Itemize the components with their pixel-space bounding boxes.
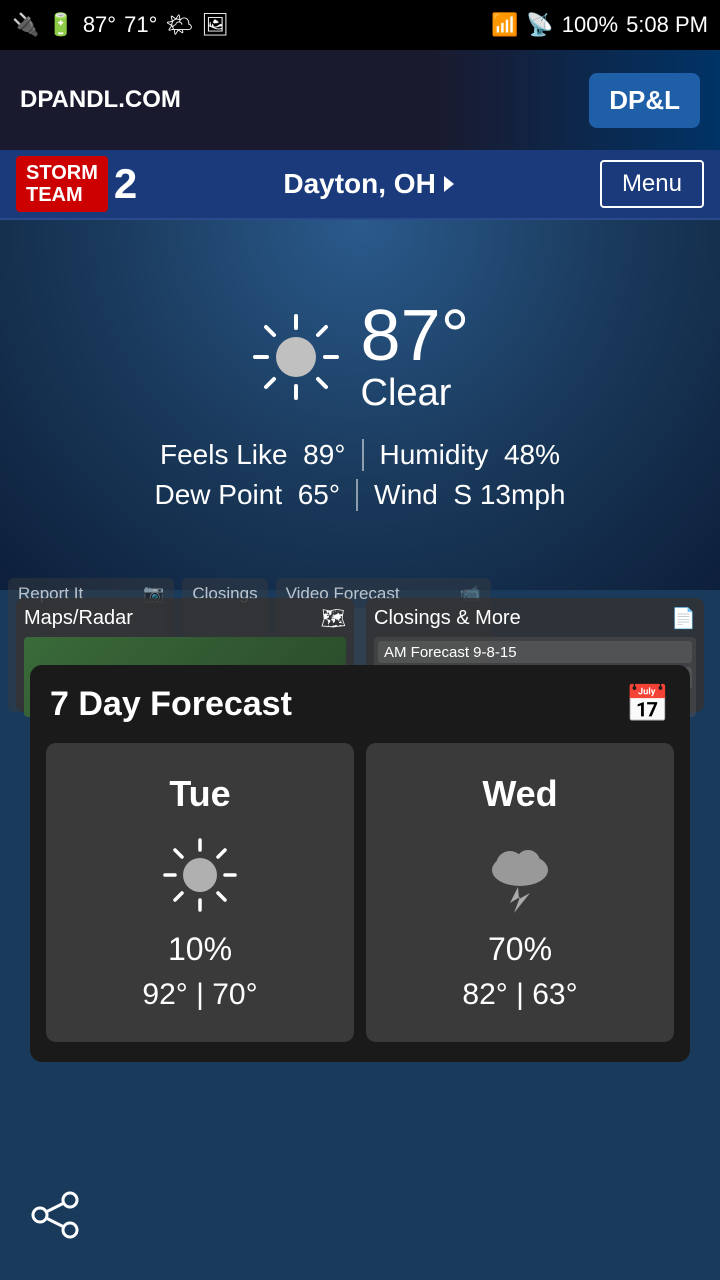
battery-pct: 100% xyxy=(562,12,618,38)
wind-value: S 13mph xyxy=(453,479,565,510)
weather-main: 87° Clear Feels Like 89° Humidity 48% De… xyxy=(0,220,720,590)
current-temp: 87° xyxy=(83,12,116,38)
day-name-wed: Wed xyxy=(386,773,654,815)
wifi-icon: 📶 xyxy=(491,12,518,38)
share-button[interactable] xyxy=(30,1190,80,1250)
day-precip-wed: 70% xyxy=(386,931,654,968)
logo: STORM TEAM 2 xyxy=(16,156,137,212)
dew-point: Dew Point 65° xyxy=(155,479,359,511)
humidity: Humidity 48% xyxy=(364,439,561,471)
status-bar: 🔌 🔋 87° 71° 🌤 🖼 📶 📡 100% 5:08 PM xyxy=(0,0,720,50)
logo-number: 2 xyxy=(114,163,137,205)
sun-svg xyxy=(251,312,341,402)
forecast-header: 7 Day Forecast 📅 xyxy=(30,665,690,743)
usb-icon: 🔌 xyxy=(12,12,39,38)
battery-level-icon: 🔋 xyxy=(47,12,74,38)
logo-line1: STORM xyxy=(26,162,98,184)
feels-like: Feels Like 89° xyxy=(160,439,364,471)
wind-label: Wind xyxy=(374,479,438,510)
weather-summary: 87° Clear xyxy=(251,300,470,415)
image-icon: 🖼 xyxy=(201,12,229,38)
current-temperature: 87° xyxy=(361,300,470,372)
signal-icon: 📡 xyxy=(526,12,553,38)
day-temps-wed: 82° | 63° xyxy=(386,978,654,1012)
location-text: Dayton, OH xyxy=(283,168,435,200)
share-icon xyxy=(30,1190,80,1240)
location-arrow-icon xyxy=(444,176,454,192)
day-icon-tue xyxy=(160,835,240,915)
dew-point-label: Dew Point xyxy=(155,479,283,510)
humidity-label: Humidity xyxy=(380,439,489,470)
weather-icon: 🌤 xyxy=(165,12,193,38)
time: 5:08 PM xyxy=(626,12,708,38)
forecast-title: 7 Day Forecast xyxy=(50,685,292,724)
temp-display: 87° Clear xyxy=(361,300,470,415)
dew-point-value: 65° xyxy=(298,479,340,510)
calendar-icon: 📅 xyxy=(625,683,670,725)
logo-text: STORM TEAM xyxy=(16,156,108,212)
day-name-tue: Tue xyxy=(66,773,334,815)
feels-like-value: 89° xyxy=(303,439,345,470)
ad-banner[interactable]: DPANDL.COM DP&L xyxy=(0,50,720,150)
logo-line2: TEAM xyxy=(26,184,98,206)
menu-button[interactable]: Menu xyxy=(600,160,704,208)
weather-details-row2: Dew Point 65° Wind S 13mph xyxy=(20,479,700,511)
weather-details-row1: Feels Like 89° Humidity 48% xyxy=(20,439,700,471)
feels-like-label: Feels Like xyxy=(160,439,288,470)
current-condition: Clear xyxy=(361,372,470,415)
forecast-day-wed[interactable]: Wed 70% 82° | 63° xyxy=(366,743,674,1042)
humidity-value: 48% xyxy=(504,439,560,470)
ad-site: DPANDL.COM xyxy=(20,86,181,114)
low-temp: 71° xyxy=(124,12,157,38)
day-temps-tue: 92° | 70° xyxy=(66,978,334,1012)
day-icon-wed xyxy=(480,835,560,915)
day-precip-tue: 10% xyxy=(66,931,334,968)
wind: Wind S 13mph xyxy=(358,479,565,511)
location-display[interactable]: Dayton, OH xyxy=(283,168,453,200)
forecast-days: Tue 10% 92° | 70° Wed xyxy=(30,743,690,1062)
weather-icon xyxy=(251,312,341,402)
ad-logo: DP&L xyxy=(589,73,700,128)
forecast-section: 7 Day Forecast 📅 Tue 10% 92° | xyxy=(30,665,690,1062)
status-right: 📶 📡 100% 5:08 PM xyxy=(491,12,708,38)
app-header: STORM TEAM 2 Dayton, OH Menu xyxy=(0,150,720,220)
status-left: 🔌 🔋 87° 71° 🌤 🖼 xyxy=(12,12,229,38)
forecast-day-tue[interactable]: Tue 10% 92° | 70° xyxy=(46,743,354,1042)
